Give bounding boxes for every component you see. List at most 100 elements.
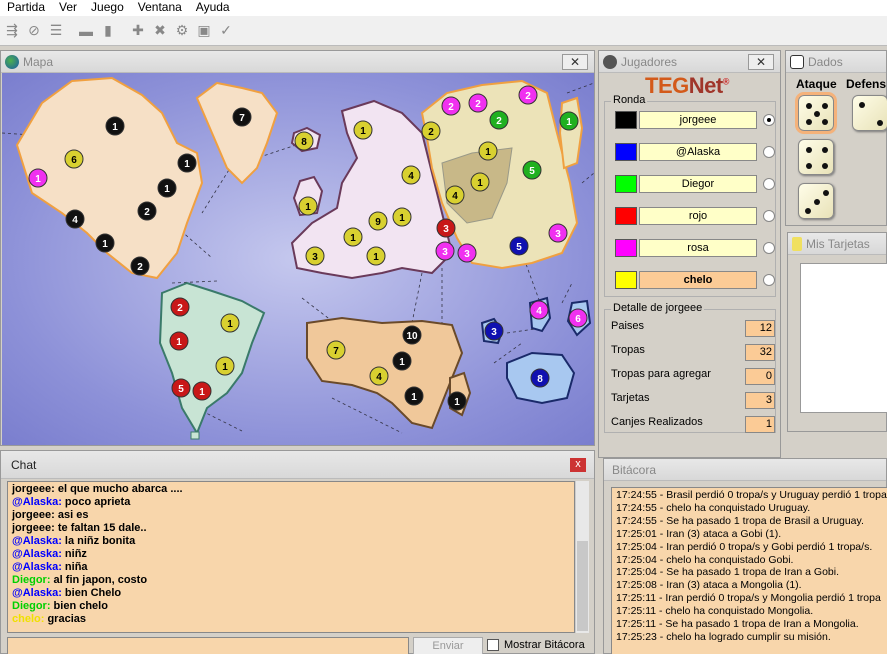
log-entry: 17:25:08 - Iran (3) ataca a Mongolia (1)…	[616, 579, 802, 592]
army-marker[interactable]: 1	[559, 111, 579, 131]
list-icon[interactable]: ☰	[46, 21, 66, 41]
attack-icon[interactable]: ✖	[150, 21, 170, 41]
army-marker[interactable]: 1	[215, 356, 235, 376]
army-marker[interactable]: 3	[457, 243, 477, 263]
region-japan[interactable]	[558, 96, 584, 170]
menu-ventana[interactable]: Ventana	[131, 0, 189, 16]
army-marker[interactable]: 6	[64, 149, 84, 169]
army-marker[interactable]: 2	[137, 201, 157, 221]
army-marker[interactable]: 1	[447, 391, 467, 411]
region-falklands[interactable]	[190, 431, 200, 440]
player-row[interactable]: rojo	[615, 206, 775, 226]
army-marker[interactable]: 5	[171, 378, 191, 398]
army-marker[interactable]: 4	[401, 165, 421, 185]
army-marker[interactable]: 10	[402, 325, 422, 345]
chat-log[interactable]: jorgeee: el que mucho abarca .... @Alaska…	[7, 481, 575, 633]
army-marker[interactable]: 1	[366, 246, 386, 266]
army-marker[interactable]: 9	[368, 211, 388, 231]
army-marker[interactable]: 1	[95, 233, 115, 253]
menu-ayuda[interactable]: Ayuda	[189, 0, 237, 16]
army-marker[interactable]: 2	[518, 85, 538, 105]
player-radio[interactable]	[763, 146, 775, 158]
die-pip	[859, 102, 865, 108]
army-marker[interactable]: 5	[509, 236, 529, 256]
connect-icon[interactable]: ⇶	[2, 21, 22, 41]
army-marker[interactable]: 1	[28, 168, 48, 188]
menu-juego[interactable]: Juego	[84, 0, 131, 16]
army-marker[interactable]: 1	[220, 313, 240, 333]
player-row[interactable]: rosa	[615, 238, 775, 258]
army-marker[interactable]: 3	[484, 321, 504, 341]
army-marker[interactable]: 4	[529, 300, 549, 320]
army-marker[interactable]: 1	[470, 172, 490, 192]
army-marker[interactable]: 1	[392, 207, 412, 227]
army-marker[interactable]: 1	[298, 196, 318, 216]
chat-scrollbar[interactable]	[575, 481, 589, 633]
army-count: 2	[177, 303, 183, 314]
player-name: rosa	[639, 239, 757, 257]
army-marker[interactable]: 7	[326, 340, 346, 360]
army-marker[interactable]: 2	[441, 96, 461, 116]
army-marker[interactable]: 2	[130, 256, 150, 276]
menu-ver[interactable]: Ver	[52, 0, 84, 16]
army-marker[interactable]: 4	[65, 209, 85, 229]
close-icon[interactable]: ✕	[748, 54, 774, 70]
player-row[interactable]: @Alaska	[615, 142, 775, 162]
army-marker[interactable]: 6	[568, 308, 588, 328]
world-map[interactable]: 1781611241222212214141535333119131211151…	[2, 73, 594, 445]
army-marker[interactable]: 1	[353, 120, 373, 140]
add-troops-icon[interactable]: ✚	[128, 21, 148, 41]
army-marker[interactable]: 1	[404, 386, 424, 406]
player-row[interactable]: chelo	[615, 270, 775, 290]
army-marker[interactable]: 1	[478, 141, 498, 161]
army-marker[interactable]: 3	[436, 218, 456, 238]
send-button[interactable]: Enviar	[413, 637, 483, 654]
player-radio[interactable]	[763, 210, 775, 222]
log-list[interactable]: 17:24:55 - Brasil perdió 0 tropa/s y Uru…	[611, 487, 887, 654]
army-marker[interactable]: 8	[294, 131, 314, 151]
player-radio[interactable]	[763, 178, 775, 190]
player-row[interactable]: jorgeee	[615, 110, 775, 130]
map-svg[interactable]: 17816 1124122 221 22 1414153533 3119 13 121115 1…	[2, 73, 594, 445]
army-marker[interactable]: 3	[435, 241, 455, 261]
player-row[interactable]: Diegor	[615, 174, 775, 194]
army-marker[interactable]: 3	[548, 223, 568, 243]
army-marker[interactable]: 7	[232, 107, 252, 127]
army-marker[interactable]: 1	[169, 331, 189, 351]
card-icon[interactable]: ▣	[194, 21, 214, 41]
close-icon[interactable]: ✕	[562, 54, 588, 70]
player-radio[interactable]	[763, 114, 775, 126]
player-radio[interactable]	[763, 274, 775, 286]
army-marker[interactable]: 2	[421, 121, 441, 141]
start-icon[interactable]: ▬	[76, 21, 96, 41]
army-marker[interactable]: 1	[157, 178, 177, 198]
stop-icon[interactable]: ▮	[98, 21, 118, 41]
army-marker[interactable]: 1	[105, 116, 125, 136]
disconnect-icon[interactable]: ⊘	[24, 21, 44, 41]
army-marker[interactable]: 2	[489, 110, 509, 130]
army-marker[interactable]: 1	[343, 227, 363, 247]
army-marker[interactable]: 5	[522, 160, 542, 180]
army-marker[interactable]: 2	[468, 93, 488, 113]
show-log-checkbox[interactable]	[487, 639, 499, 651]
ronda-label: Ronda	[611, 94, 648, 106]
region-greenland[interactable]	[195, 81, 279, 185]
chat-input[interactable]	[7, 637, 409, 654]
army-marker[interactable]: 1	[192, 381, 212, 401]
army-marker[interactable]: 1	[392, 351, 412, 371]
menu-partida[interactable]: Partida	[0, 0, 52, 16]
close-icon[interactable]: x	[570, 458, 586, 472]
army-marker[interactable]: 2	[170, 297, 190, 317]
die-pip	[806, 147, 812, 153]
army-marker[interactable]: 3	[305, 246, 325, 266]
army-marker[interactable]: 1	[177, 153, 197, 173]
regroup-icon[interactable]: ⚙	[172, 21, 192, 41]
player-radio[interactable]	[763, 242, 775, 254]
end-turn-icon[interactable]: ✓	[216, 21, 236, 41]
army-marker[interactable]: 4	[445, 185, 465, 205]
detail-value: 32	[745, 344, 775, 361]
chat-text: la niñz bonita	[61, 535, 136, 547]
army-marker[interactable]: 8	[530, 368, 550, 388]
army-marker[interactable]: 4	[369, 366, 389, 386]
scroll-thumb[interactable]	[577, 541, 588, 631]
